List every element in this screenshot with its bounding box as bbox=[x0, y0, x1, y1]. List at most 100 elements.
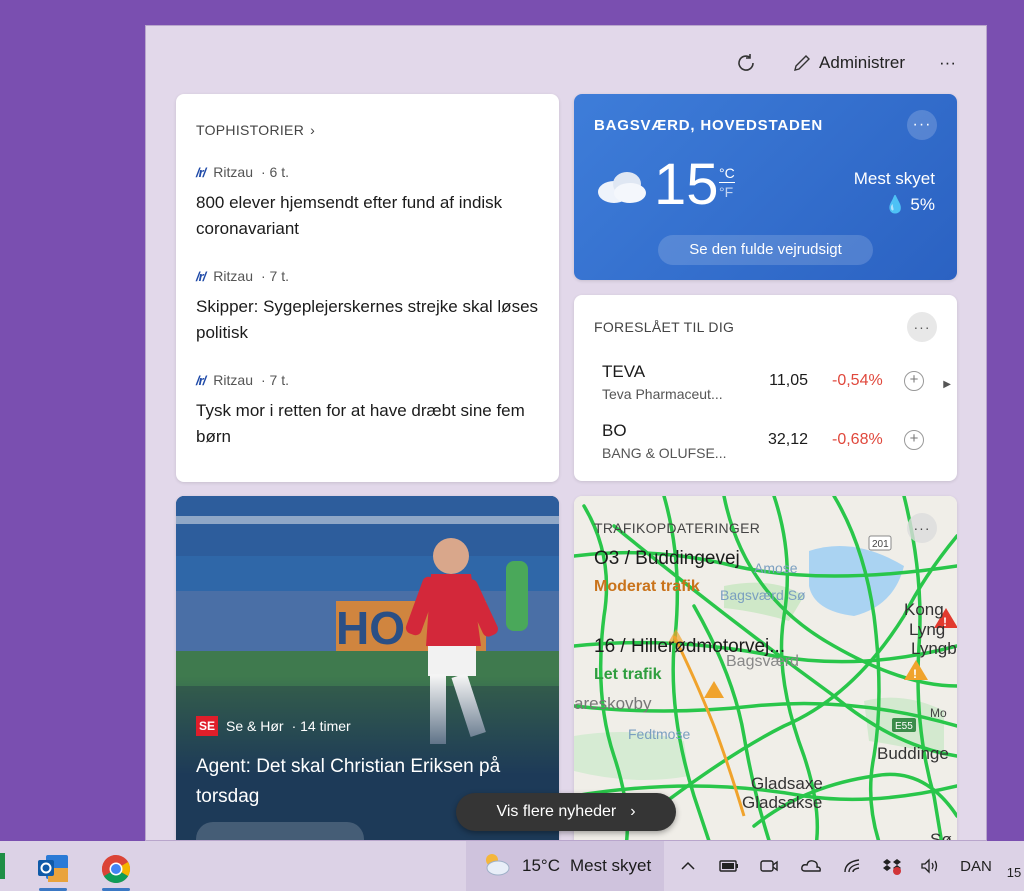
dropbox-icon[interactable] bbox=[880, 841, 904, 891]
map-place-label: Bagsværd Sø bbox=[720, 587, 806, 603]
feature-news-card[interactable]: HO SE Se & Hør · 14 timer Agent: Det ska… bbox=[176, 496, 559, 840]
weather-card[interactable]: BAGSVÆRD, HOVEDSTADEN ··· 15 °C °F Mest … bbox=[574, 94, 957, 280]
story-source: Ritzau bbox=[213, 372, 253, 388]
map-place-label: Mo bbox=[930, 706, 947, 720]
map-place-label: areskovby bbox=[574, 694, 652, 713]
feature-time: · 14 timer bbox=[291, 718, 351, 734]
story-title[interactable]: 800 elever hjemsendt efter fund af indis… bbox=[196, 190, 539, 242]
pencil-icon bbox=[792, 53, 812, 73]
map-place-label: Fedtmose bbox=[628, 726, 691, 742]
taskbar: 15°C Mest skyet DAN 15 bbox=[0, 841, 1024, 891]
more-news-label: Vis flere nyheder bbox=[496, 803, 617, 820]
raindrop-icon: 💧 bbox=[884, 195, 906, 214]
weather-temperature: 15 bbox=[654, 152, 719, 217]
story-source: Ritzau bbox=[213, 164, 253, 180]
story-title[interactable]: Tysk mor i retten for at have dræbt sine… bbox=[196, 398, 539, 450]
volume-icon[interactable] bbox=[918, 841, 942, 891]
traffic-card[interactable]: 201 E55 ! ! TRAFIKOPDATERINGER ··· O3 / … bbox=[574, 496, 957, 841]
clock[interactable]: 15 bbox=[1004, 847, 1024, 891]
outlook-icon[interactable] bbox=[33, 849, 73, 891]
stock-change: -0,68% bbox=[832, 431, 883, 448]
story-time: · 7 t. bbox=[260, 372, 289, 388]
refresh-icon[interactable] bbox=[734, 51, 758, 75]
map-place-label: Lyngb bbox=[911, 639, 957, 658]
chevron-right-icon: › bbox=[630, 803, 636, 820]
ritzau-logo-icon: /r/ bbox=[196, 268, 206, 284]
battery-icon[interactable] bbox=[716, 841, 742, 891]
map-place-label: Gladsakse bbox=[742, 793, 823, 812]
story-item[interactable]: /r/Ritzau · 6 t. 800 elever hjemsendt eft… bbox=[196, 164, 539, 242]
stock-row[interactable]: BO BANG & OLUFSE... 32,12 -0,68% + bbox=[602, 421, 929, 467]
add-stock-icon[interactable]: + bbox=[904, 371, 924, 391]
taskbar-temp: 15°C bbox=[522, 856, 560, 875]
temperature-units: °C °F bbox=[719, 164, 735, 201]
excel-app-edge-icon[interactable] bbox=[0, 853, 5, 879]
unit-fahrenheit[interactable]: °F bbox=[719, 183, 735, 201]
svg-text:!: ! bbox=[913, 667, 917, 681]
chrome-icon[interactable] bbox=[96, 849, 136, 891]
traffic-road: O3 / Buddingevej bbox=[594, 548, 740, 569]
ritzau-logo-icon: /r/ bbox=[196, 372, 206, 388]
taskbar-weather-button[interactable]: 15°C Mest skyet bbox=[466, 841, 664, 891]
wifi-icon[interactable] bbox=[840, 841, 864, 891]
feature-actions[interactable] bbox=[196, 822, 364, 840]
more-news-button[interactable]: Vis flere nyheder › bbox=[456, 793, 676, 831]
map-place-label: Gladsaxe bbox=[751, 774, 823, 793]
map-place-label: Buddinge bbox=[877, 744, 949, 763]
traffic-road: 16 / Hillerødmotorvej... bbox=[594, 636, 786, 657]
story-time: · 7 t. bbox=[260, 268, 289, 284]
traffic-status: Moderat trafik bbox=[594, 578, 700, 595]
show-hidden-icons-icon[interactable] bbox=[676, 841, 700, 891]
forecast-button[interactable]: Se den fulde vejrudsigt bbox=[658, 235, 873, 265]
input-language[interactable]: DAN bbox=[956, 841, 996, 891]
map-place-label: Sø bbox=[930, 830, 952, 841]
stock-price: 11,05 bbox=[769, 372, 808, 389]
chevron-right-icon: › bbox=[310, 122, 316, 138]
stocks-header: FORESLÅET TIL DIG bbox=[594, 319, 735, 335]
se-og-hor-logo-icon: SE bbox=[196, 716, 218, 736]
onedrive-sync-icon[interactable] bbox=[798, 841, 824, 891]
story-title[interactable]: Skipper: Sygeplejerskernes strejke skal … bbox=[196, 294, 539, 346]
weather-condition-block: Mest skyet 💧 5% bbox=[854, 166, 935, 218]
stocks-more-button[interactable]: ··· bbox=[907, 312, 937, 342]
stock-symbol: TEVA bbox=[602, 362, 646, 381]
feature-source: SE Se & Hør · 14 timer bbox=[196, 716, 351, 736]
weather-location: BAGSVÆRD, HOVEDSTADEN bbox=[594, 117, 824, 134]
feature-source-name: Se & Hør bbox=[226, 718, 284, 734]
partly-cloudy-icon bbox=[482, 851, 512, 882]
stock-symbol: BO bbox=[602, 421, 627, 440]
traffic-status: Let trafik bbox=[594, 666, 662, 683]
map-place-label: Amose bbox=[754, 560, 798, 576]
taskbar-condition: Mest skyet bbox=[569, 856, 652, 875]
stock-name: BANG & OLUFSE... bbox=[602, 445, 727, 461]
traffic-header: TRAFIKOPDATERINGER bbox=[594, 520, 761, 536]
stock-name: Teva Pharmaceut... bbox=[602, 386, 723, 402]
stock-change: -0,54% bbox=[832, 372, 883, 389]
panel-more-button[interactable]: ··· bbox=[939, 53, 956, 73]
meet-now-icon[interactable] bbox=[756, 841, 782, 891]
map-place-label: Kong bbox=[904, 600, 944, 619]
top-stories-card: TOPHISTORIER › /r/Ritzau · 6 t. 800 eleve… bbox=[176, 94, 559, 482]
story-item[interactable]: /r/Ritzau · 7 t. Skipper: Sygeplejerskern… bbox=[196, 268, 539, 346]
stadium-banner-text: HO bbox=[336, 602, 405, 654]
panel-toolbar: Administrer ··· bbox=[734, 48, 956, 78]
ritzau-logo-icon: /r/ bbox=[196, 164, 206, 180]
story-item[interactable]: /r/Ritzau · 7 t. Tysk mor i retten for at… bbox=[196, 372, 539, 450]
road-shield-label: 201 bbox=[872, 539, 889, 550]
next-arrow-icon[interactable]: ▶ bbox=[943, 379, 951, 390]
weather-more-button[interactable]: ··· bbox=[907, 110, 937, 140]
news-and-interests-panel: Administrer ··· TOPHISTORIER › /r/Ritzau… bbox=[145, 25, 987, 841]
stock-row[interactable]: TEVA Teva Pharmaceut... 11,05 -0,54% + bbox=[602, 362, 929, 408]
traffic-more-button[interactable]: ··· bbox=[907, 513, 937, 543]
weather-condition: Mest skyet bbox=[853, 169, 935, 188]
map-place-label: Lyng bbox=[909, 620, 946, 639]
top-stories-header[interactable]: TOPHISTORIER › bbox=[196, 122, 539, 138]
add-stock-icon[interactable]: + bbox=[904, 430, 924, 450]
unit-celsius[interactable]: °C bbox=[719, 164, 735, 183]
manage-button[interactable]: Administrer bbox=[792, 53, 905, 73]
stock-price: 32,12 bbox=[768, 431, 809, 448]
story-time: · 6 t. bbox=[260, 164, 289, 180]
weather-precip: 💧 5% bbox=[854, 192, 935, 218]
stocks-card: FORESLÅET TIL DIG ··· TEVA Teva Pharmace… bbox=[574, 295, 957, 481]
story-source: Ritzau bbox=[213, 268, 253, 284]
